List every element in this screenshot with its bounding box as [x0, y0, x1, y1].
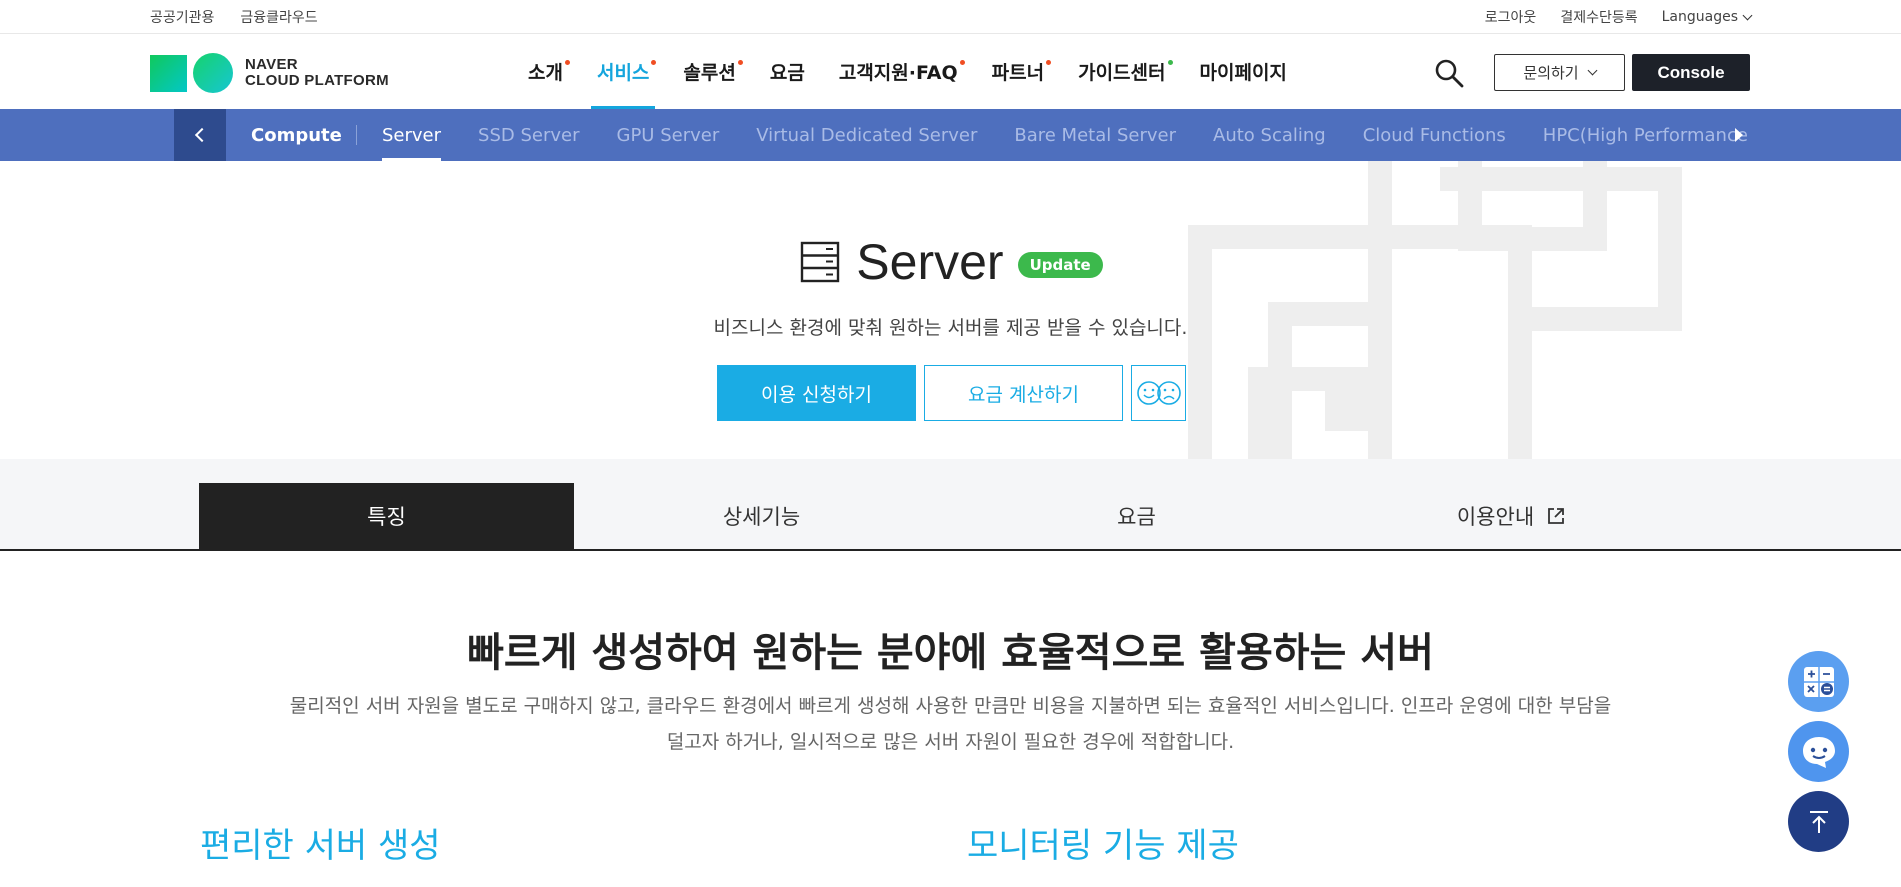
- payment-register-link[interactable]: 결제수단등록: [1560, 7, 1637, 27]
- tab-usage-guide[interactable]: 이용안내: [1324, 483, 1699, 549]
- gnb-label: 마이페이지: [1199, 62, 1287, 84]
- gnb-label: 솔루션: [683, 62, 736, 84]
- gnb-item-support[interactable]: 고객지원·FAQ: [833, 34, 965, 109]
- tab-usage-guide-label: 이용안내: [1456, 505, 1535, 529]
- gnb-item-partner[interactable]: 파트너: [986, 34, 1052, 109]
- gnb-label: 파트너: [991, 62, 1045, 84]
- background-pattern: [1188, 161, 1682, 459]
- gnb-item-pricing[interactable]: 요금: [764, 34, 811, 109]
- gnb-label: 서비스: [596, 62, 650, 84]
- tab-details[interactable]: 상세기능: [574, 483, 949, 549]
- subnav-item-cloud-functions[interactable]: Cloud Functions: [1363, 109, 1506, 161]
- gnb-item-intro[interactable]: 소개: [522, 34, 570, 109]
- subnav-item-gpu-server[interactable]: GPU Server: [617, 109, 720, 161]
- arrow-up-icon: [1809, 810, 1828, 833]
- inquiry-label: 문의하기: [1523, 64, 1579, 82]
- gnb-item-guide[interactable]: 가이드센터: [1072, 34, 1173, 109]
- subnav-item-ssd-server[interactable]: SSD Server: [478, 109, 579, 161]
- apply-button[interactable]: 이용 신청하기: [717, 365, 916, 421]
- feature-heading-create: 편리한 서버 생성: [200, 826, 441, 866]
- scroll-top-button[interactable]: [1788, 791, 1849, 852]
- calculator-icon: [1803, 666, 1834, 697]
- chevron-left-icon: [194, 127, 210, 143]
- console-button[interactable]: Console: [1632, 54, 1750, 91]
- gnb-item-mypage[interactable]: 마이페이지: [1194, 34, 1293, 109]
- logo-line1: NAVER: [245, 56, 298, 73]
- logo-circle-icon: [193, 53, 233, 93]
- subnav-item-server[interactable]: Server: [382, 109, 442, 161]
- chevron-down-icon: [1742, 10, 1753, 20]
- new-dot: [564, 60, 570, 65]
- logo-line2: CLOUD PLATFORM: [245, 72, 389, 89]
- util-link-public[interactable]: 공공기관용: [150, 7, 214, 27]
- subnav-item-vds[interactable]: Virtual Dedicated Server: [756, 109, 977, 161]
- caret-right-icon[interactable]: [1735, 128, 1743, 142]
- subnav-item-hpc[interactable]: HPC(High Performance: [1543, 109, 1748, 161]
- chatbot-float-button[interactable]: [1788, 721, 1849, 782]
- naver-cloud-logo[interactable]: NAVER CLOUD PLATFORM: [150, 53, 389, 93]
- subnav-back-button[interactable]: [174, 109, 226, 161]
- smile-frown-icon: [1136, 381, 1181, 405]
- update-badge: Update: [1017, 252, 1103, 278]
- logout-link[interactable]: 로그아웃: [1485, 7, 1537, 27]
- external-link-icon: [1548, 508, 1565, 524]
- new-dot: [737, 60, 743, 65]
- hero-description: 비즈니스 환경에 맞춰 원하는 서버를 제공 받을 수 있습니다.: [713, 317, 1188, 339]
- price-calc-button[interactable]: 요금 계산하기: [924, 365, 1123, 421]
- logo-square-icon: [150, 54, 187, 92]
- search-icon[interactable]: [1434, 58, 1464, 88]
- gnb-item-services[interactable]: 서비스: [590, 34, 657, 109]
- subnav-divider: [356, 125, 357, 145]
- utility-bar: 공공기관용 금융클라우드 로그아웃 결제수단등록 Languages: [0, 0, 1901, 34]
- global-nav: 소개 서비스 솔루션 요금 고객지원·FAQ 파트너 가이드센터 마이페이지: [522, 34, 1315, 109]
- subnav-item-auto-scaling[interactable]: Auto Scaling: [1213, 109, 1326, 161]
- feature-heading-monitor: 모니터링 기능 제공: [967, 826, 1239, 866]
- inquiry-dropdown[interactable]: 문의하기: [1494, 54, 1625, 91]
- subnav-item-bare-metal[interactable]: Bare Metal Server: [1014, 109, 1176, 161]
- section-lead: 물리적인 서버 자원을 별도로 구매하지 않고, 클라우드 환경에서 빠르게 생…: [289, 695, 1612, 753]
- hero-section: Server Update 비즈니스 환경에 맞춰 원하는 서버를 제공 받을 …: [0, 161, 1901, 459]
- subnav-category[interactable]: Compute: [251, 109, 342, 161]
- new-dot: [1167, 60, 1173, 65]
- tab-pricing[interactable]: 요금: [949, 483, 1324, 549]
- languages-dropdown[interactable]: Languages: [1661, 9, 1753, 25]
- gnb-label: 가이드센터: [1078, 62, 1166, 84]
- calculator-float-button[interactable]: [1788, 651, 1849, 712]
- service-subnav: Compute Server SSD Server GPU Server Vir…: [0, 109, 1901, 161]
- tab-features[interactable]: 특징: [199, 483, 574, 549]
- new-dot: [651, 60, 657, 65]
- feedback-button[interactable]: [1131, 365, 1186, 421]
- gnb-item-solutions[interactable]: 솔루션: [677, 34, 743, 109]
- languages-label: Languages: [1661, 9, 1738, 25]
- gnb-label: 요금: [769, 62, 805, 84]
- page-title: Server: [856, 234, 1004, 290]
- server-icon: [801, 241, 840, 283]
- gnb-label: 고객지원·FAQ: [838, 62, 958, 84]
- util-link-finance[interactable]: 금융클라우드: [240, 7, 317, 27]
- gnb-label: 소개: [528, 62, 563, 84]
- new-dot: [1046, 60, 1052, 65]
- main-header: NAVER CLOUD PLATFORM 소개 서비스 솔루션 요금 고객지원·…: [0, 34, 1901, 109]
- section-headline: 빠르게 생성하여 원하는 분야에 효율적으로 활용하는 서버: [467, 630, 1434, 676]
- chatbot-icon: [1802, 736, 1835, 768]
- tab-bar: 특징 상세기능 요금 이용안내: [0, 459, 1901, 551]
- new-dot: [959, 60, 965, 65]
- chevron-down-icon: [1587, 65, 1598, 76]
